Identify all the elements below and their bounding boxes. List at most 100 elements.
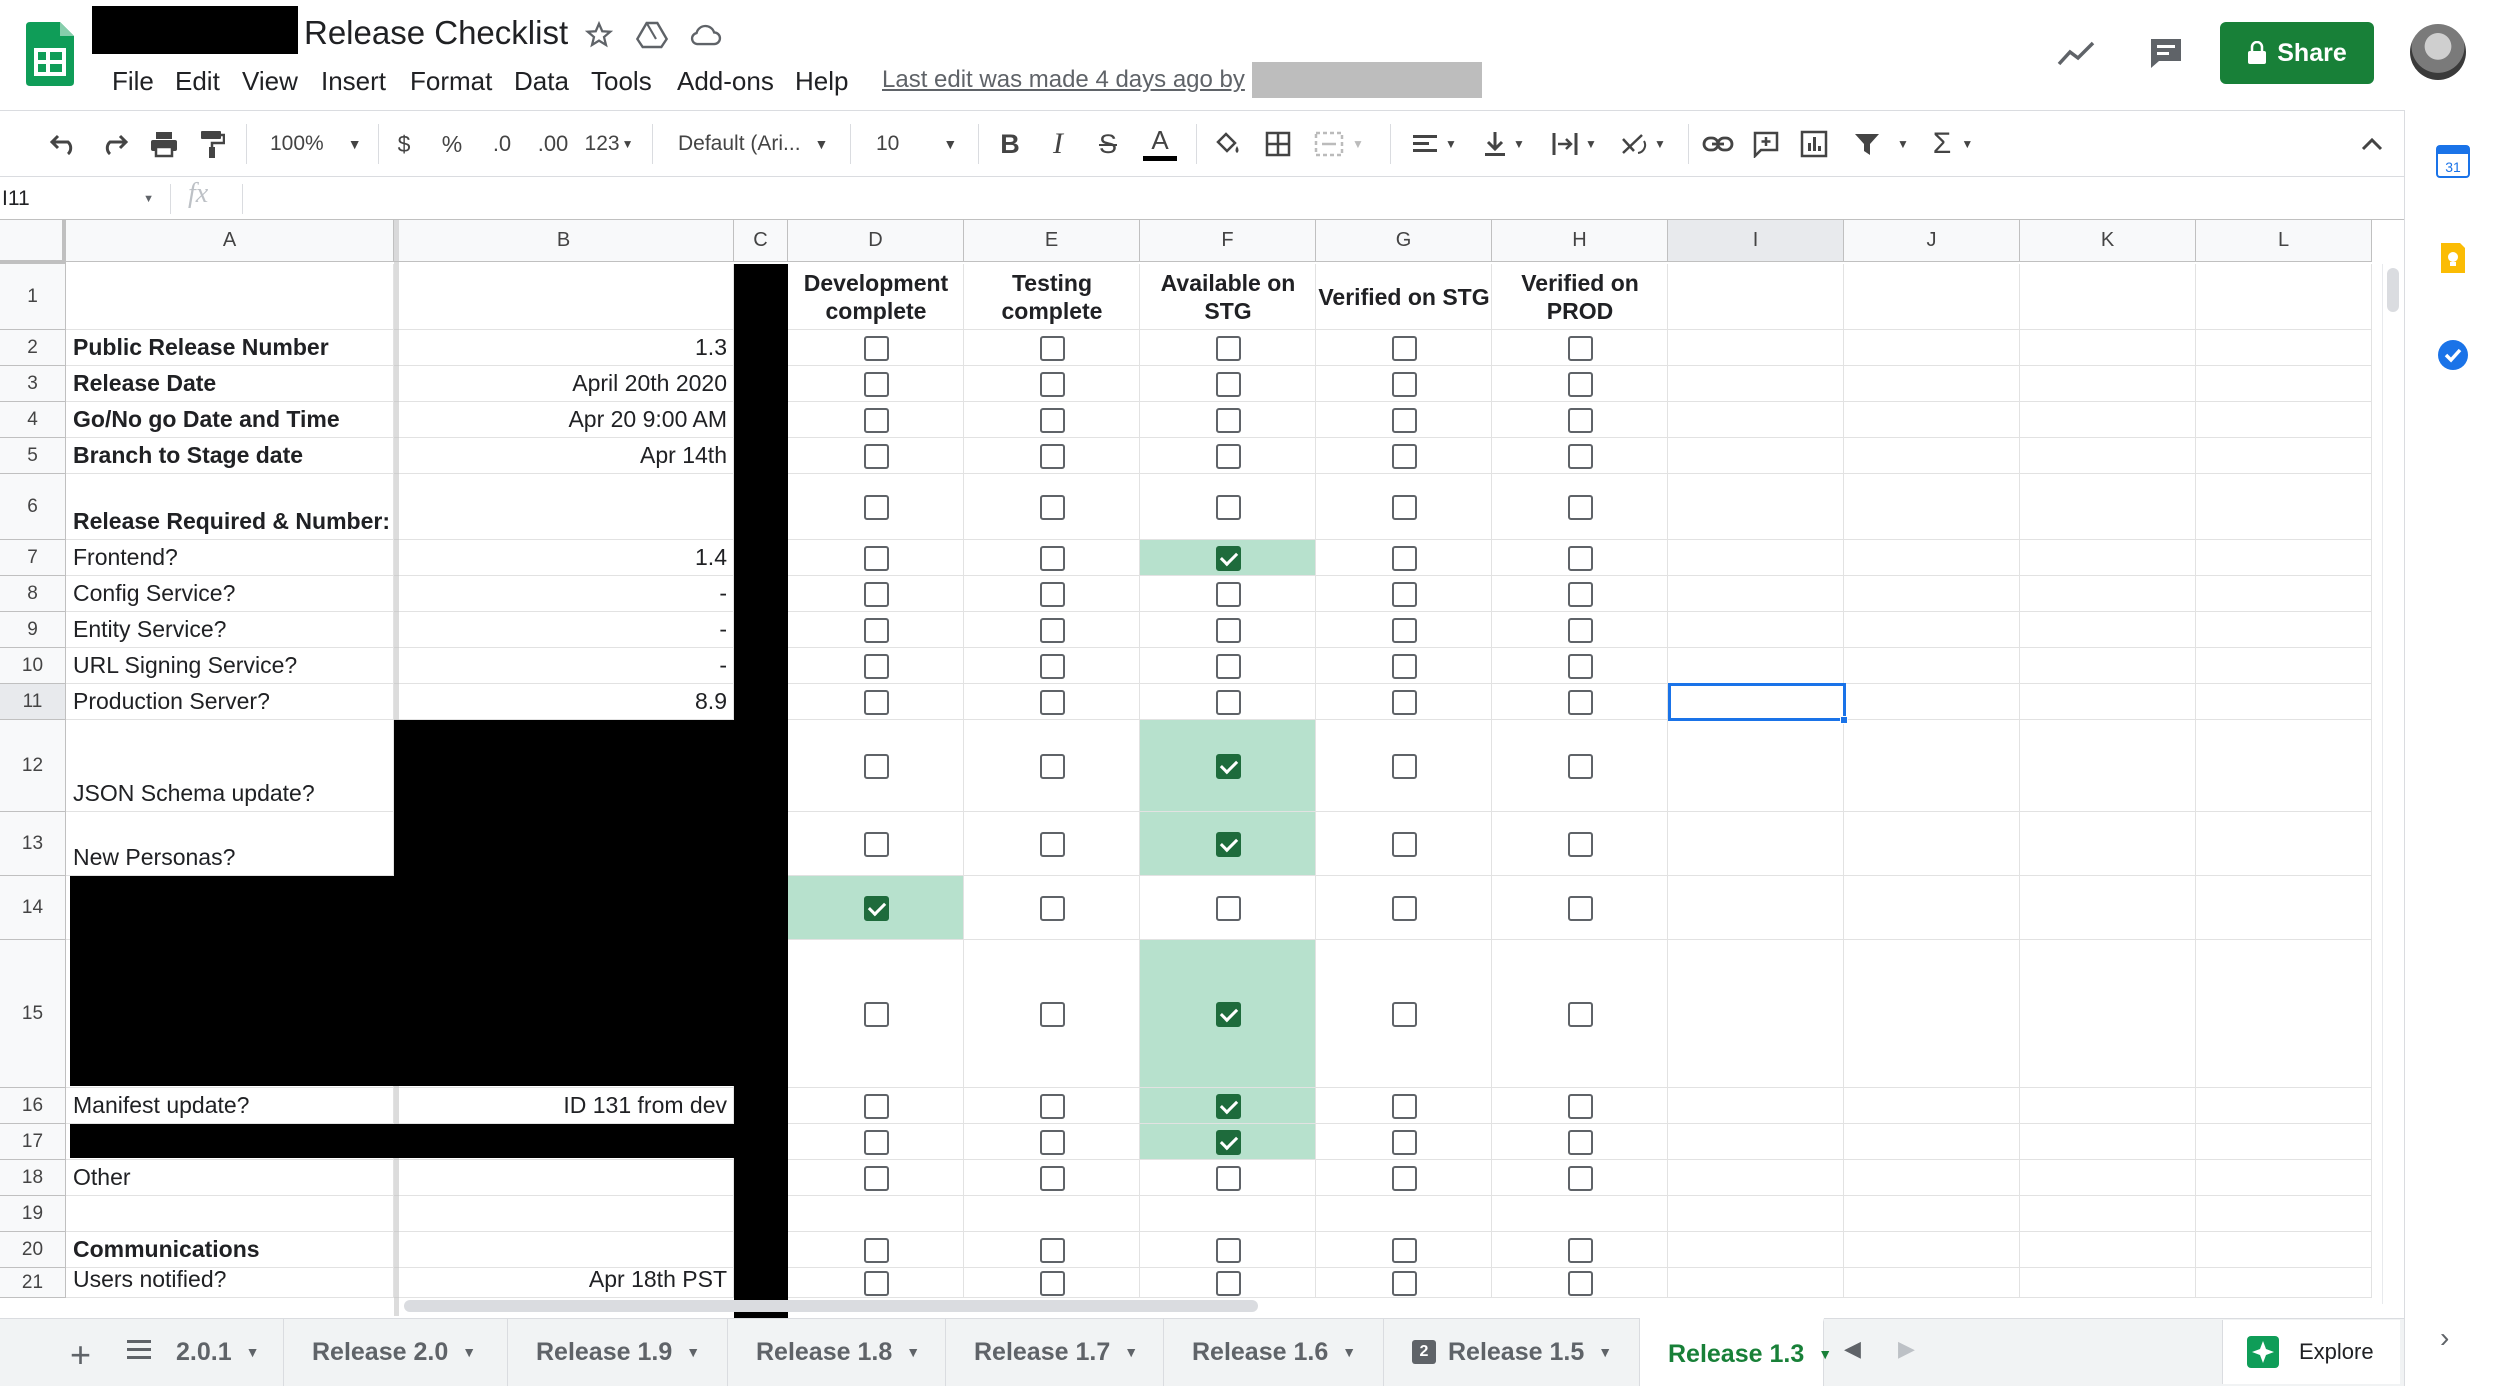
- cell[interactable]: [2020, 1232, 2196, 1268]
- cell[interactable]: [2196, 648, 2372, 684]
- checkbox[interactable]: [863, 581, 889, 607]
- row-header[interactable]: 19: [0, 1196, 66, 1232]
- cell-status-g[interactable]: [1316, 648, 1492, 684]
- cell[interactable]: [1844, 576, 2020, 612]
- cell-status-d[interactable]: [788, 474, 964, 540]
- cell[interactable]: [2196, 1196, 2372, 1232]
- checkbox-checked[interactable]: [1215, 1093, 1241, 1119]
- cell-label[interactable]: Entity Service?: [66, 612, 394, 648]
- menu-edit[interactable]: Edit: [175, 66, 220, 97]
- cell[interactable]: [1844, 366, 2020, 402]
- italic-button[interactable]: I: [1040, 118, 1076, 170]
- column-header-i[interactable]: I: [1668, 220, 1844, 262]
- cell[interactable]: [2020, 1160, 2196, 1196]
- cell-status-f[interactable]: [1140, 876, 1316, 940]
- row-header[interactable]: 11: [0, 684, 66, 720]
- checkbox[interactable]: [1567, 617, 1593, 643]
- cell-status-d[interactable]: [788, 684, 964, 720]
- sheet-tab[interactable]: 2.0.1 ▼: [172, 1318, 284, 1386]
- cell-status-f[interactable]: [1140, 612, 1316, 648]
- cell[interactable]: [1668, 648, 1844, 684]
- checkbox[interactable]: [1039, 581, 1065, 607]
- cell-status-h[interactable]: [1492, 876, 1668, 940]
- menu-insert[interactable]: Insert: [321, 66, 386, 97]
- cell-status-h[interactable]: [1492, 648, 1668, 684]
- doc-title[interactable]: Release Checklist: [304, 14, 568, 52]
- checkbox-checked[interactable]: [863, 895, 889, 921]
- star-icon[interactable]: [584, 20, 614, 50]
- checkbox[interactable]: [1215, 581, 1241, 607]
- sheet-tab[interactable]: Release 1.6 ▼: [1164, 1318, 1384, 1386]
- checkbox[interactable]: [1039, 653, 1065, 679]
- cell-status-f[interactable]: [1140, 1160, 1316, 1196]
- cell-status-d[interactable]: [788, 366, 964, 402]
- column-header-d[interactable]: D: [788, 220, 964, 262]
- cell-status-d[interactable]: [788, 612, 964, 648]
- checkbox[interactable]: [1567, 753, 1593, 779]
- checkbox[interactable]: [1039, 1270, 1065, 1296]
- checkbox[interactable]: [1215, 371, 1241, 397]
- vertical-scroll-thumb[interactable]: [2387, 268, 2399, 312]
- checkbox[interactable]: [1391, 1237, 1417, 1263]
- cell-status-g[interactable]: [1316, 940, 1492, 1088]
- cell-status-f[interactable]: [1140, 1196, 1316, 1232]
- cell-status-d[interactable]: [788, 330, 964, 366]
- cell[interactable]: [2020, 1196, 2196, 1232]
- borders-icon[interactable]: [1258, 118, 1298, 170]
- horizontal-scroll-thumb[interactable]: [404, 1300, 1258, 1312]
- cell[interactable]: [2020, 438, 2196, 474]
- cell-label[interactable]: Other: [66, 1160, 394, 1196]
- cell-status-d[interactable]: [788, 940, 964, 1088]
- cell[interactable]: [1844, 1124, 2020, 1160]
- cell-value[interactable]: -: [394, 648, 734, 684]
- account-avatar[interactable]: [2410, 24, 2466, 80]
- checkbox[interactable]: [1391, 443, 1417, 469]
- checkbox[interactable]: [1391, 581, 1417, 607]
- cell[interactable]: [2020, 812, 2196, 876]
- row-header[interactable]: 5: [0, 438, 66, 474]
- menu-data[interactable]: Data: [514, 66, 569, 97]
- tasks-icon[interactable]: [2436, 338, 2470, 372]
- all-sheets-icon[interactable]: [126, 1338, 152, 1362]
- row-header[interactable]: 6: [0, 474, 66, 540]
- cell[interactable]: [2020, 474, 2196, 540]
- cell[interactable]: [2020, 940, 2196, 1088]
- cell[interactable]: [1844, 812, 2020, 876]
- cell[interactable]: [1844, 940, 2020, 1088]
- more-formats-select[interactable]: 123 ▼: [580, 118, 638, 170]
- checkbox[interactable]: [1567, 1001, 1593, 1027]
- last-edit-link[interactable]: Last edit was made 4 days ago by: [882, 66, 1245, 94]
- checkbox[interactable]: [863, 443, 889, 469]
- checkbox[interactable]: [1215, 1270, 1241, 1296]
- cell[interactable]: [2196, 684, 2372, 720]
- checkbox[interactable]: [863, 494, 889, 520]
- checkbox[interactable]: [863, 1165, 889, 1191]
- cell[interactable]: [2196, 612, 2372, 648]
- cell[interactable]: [1844, 720, 2020, 812]
- cell-status-g[interactable]: [1316, 1160, 1492, 1196]
- cell[interactable]: [2196, 812, 2372, 876]
- checkbox[interactable]: [1039, 1001, 1065, 1027]
- insert-link-icon[interactable]: [1696, 118, 1740, 170]
- checkbox[interactable]: [1567, 1270, 1593, 1296]
- cell-status-h[interactable]: [1492, 474, 1668, 540]
- cell-status-e[interactable]: [964, 366, 1140, 402]
- fill-handle[interactable]: [1840, 716, 1848, 724]
- cell-status-h[interactable]: Verified on PROD: [1492, 264, 1668, 330]
- cell-value[interactable]: 8.9: [394, 684, 734, 720]
- checkbox[interactable]: [1391, 753, 1417, 779]
- checkbox[interactable]: [1039, 494, 1065, 520]
- cell[interactable]: [2020, 648, 2196, 684]
- row-header[interactable]: 3: [0, 366, 66, 402]
- cell-status-d[interactable]: Development complete: [788, 264, 964, 330]
- cell[interactable]: [1668, 330, 1844, 366]
- checkbox[interactable]: [1215, 443, 1241, 469]
- cell[interactable]: [1668, 1088, 1844, 1124]
- cell-label[interactable]: Users notified?: [66, 1268, 394, 1298]
- currency-format-button[interactable]: $: [388, 118, 420, 170]
- checkbox[interactable]: [1391, 653, 1417, 679]
- menu-format[interactable]: Format: [410, 66, 492, 97]
- cell-status-e[interactable]: [964, 1160, 1140, 1196]
- checkbox[interactable]: [863, 689, 889, 715]
- cell-label[interactable]: Config Service?: [66, 576, 394, 612]
